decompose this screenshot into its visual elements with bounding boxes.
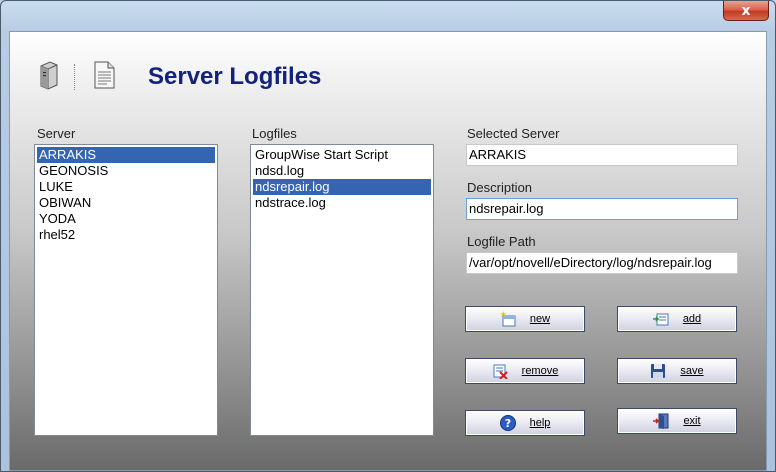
server-list-item[interactable]: rhel52	[37, 227, 215, 243]
logfile-list-item[interactable]: ndsd.log	[253, 163, 431, 179]
logfile-listbox[interactable]: GroupWise Start Script ndsd.log ndsrepair.…	[250, 144, 434, 436]
new-button[interactable]: new	[465, 306, 585, 332]
server-icon	[36, 60, 60, 93]
logfile-list-label: Logfiles	[252, 126, 297, 141]
remove-button-label: remove	[521, 365, 559, 377]
description-field[interactable]: ndsrepair.log	[466, 198, 738, 220]
save-icon	[650, 363, 666, 379]
server-list-item[interactable]: YODA	[37, 211, 215, 227]
logfile-path-label: Logfile Path	[467, 234, 536, 249]
exit-button-label: exit	[683, 415, 701, 427]
help-icon: ?	[499, 415, 516, 431]
save-button[interactable]: save	[617, 358, 737, 384]
save-button-label: save	[680, 365, 704, 377]
app-window: x Server Logfiles Server ARRAKIS GEONOSI…	[0, 0, 776, 472]
exit-button[interactable]: exit	[617, 408, 737, 434]
server-list-item[interactable]: LUKE	[37, 179, 215, 195]
help-button-label: help	[529, 417, 551, 429]
remove-icon	[492, 363, 508, 380]
exit-door-icon	[653, 413, 669, 429]
page-title: Server Logfiles	[148, 63, 322, 90]
logfile-path-field[interactable]: /var/opt/novell/eDirectory/log/ndsrepair…	[466, 252, 738, 274]
client-area: Server Logfiles Server ARRAKIS GEONOSIS LU…	[9, 31, 767, 471]
new-icon	[500, 311, 516, 327]
document-icon	[92, 60, 116, 93]
add-button-label: add	[682, 313, 702, 325]
server-list-label: Server	[37, 126, 76, 141]
logfile-list-item[interactable]: ndsrepair.log	[253, 179, 431, 195]
help-button[interactable]: ? help	[465, 410, 585, 436]
header-separator	[74, 64, 75, 90]
server-listbox[interactable]: ARRAKIS GEONOSIS LUKE OBIWAN YODA rhel52	[34, 144, 218, 436]
logfile-list-item[interactable]: ndstrace.log	[253, 195, 431, 211]
remove-button[interactable]: remove	[465, 358, 585, 384]
selected-server-label: Selected Server	[467, 126, 560, 141]
server-list-item[interactable]: OBIWAN	[37, 195, 215, 211]
add-button[interactable]: add	[617, 306, 737, 332]
selected-server-field[interactable]: ARRAKIS	[466, 144, 738, 166]
server-list-item[interactable]: GEONOSIS	[37, 163, 215, 179]
description-label: Description	[467, 180, 533, 195]
add-icon	[652, 311, 669, 327]
window-close-button[interactable]: x	[723, 1, 769, 21]
server-list-item[interactable]: ARRAKIS	[37, 147, 215, 163]
logfile-list-item[interactable]: GroupWise Start Script	[253, 147, 431, 163]
new-button-label: new	[529, 313, 551, 325]
svg-text:?: ?	[504, 417, 510, 430]
